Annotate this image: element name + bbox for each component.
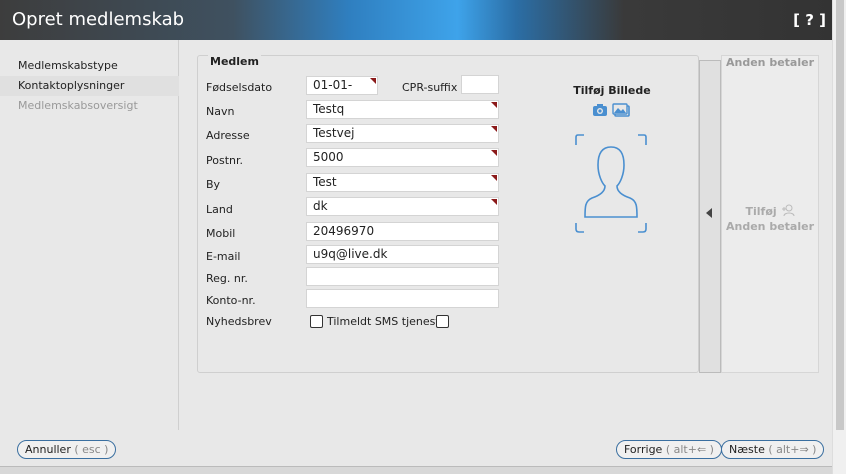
- title-bar: Opret medlemskab [ ? ]: [0, 0, 832, 40]
- scrollbar-thumb[interactable]: [836, 0, 844, 430]
- cpr-suffix-field[interactable]: [461, 75, 499, 94]
- zip-label: Postnr.: [206, 154, 243, 167]
- add-person-icon: [781, 204, 795, 220]
- gallery-icon[interactable]: [612, 103, 630, 117]
- country-field[interactable]: dk: [306, 197, 499, 216]
- reg-no-field[interactable]: [306, 267, 499, 286]
- add-other-payer-sub: Anden betaler: [725, 220, 814, 233]
- city-value: Test: [313, 175, 337, 189]
- cpr-suffix-label: CPR-suffix: [402, 81, 458, 94]
- vertical-scrollbar[interactable]: [832, 0, 846, 474]
- sidebar-item-membership-overview: Medlemskabsoversigt: [18, 99, 138, 112]
- next-hint: ( alt+⇒ ): [768, 443, 817, 456]
- required-marker: [491, 199, 497, 205]
- required-marker: [491, 150, 497, 156]
- member-legend: Medlem: [208, 55, 261, 68]
- newsletter-label: Nyhedsbrev: [206, 315, 272, 328]
- add-photo-title: Tilføj Billede: [573, 84, 651, 97]
- help-button[interactable]: [ ? ]: [793, 11, 826, 29]
- required-marker: [370, 78, 376, 84]
- cancel-button[interactable]: Annuller ( esc ): [17, 440, 117, 459]
- sidebar: Medlemskabstype Kontaktoplysninger Medle…: [0, 40, 179, 430]
- required-marker: [491, 102, 497, 108]
- next-button[interactable]: Næste ( alt+⇒ ): [721, 440, 825, 459]
- name-field[interactable]: Testq: [306, 100, 499, 119]
- sms-label: Tilmeldt SMS tjeneste: [327, 315, 447, 328]
- address-field[interactable]: Testvej: [306, 124, 499, 143]
- city-field[interactable]: Test: [306, 173, 499, 192]
- account-no-field[interactable]: [306, 289, 499, 308]
- other-payer-title: Anden betaler: [726, 56, 815, 69]
- mobile-field[interactable]: 20496970: [306, 222, 499, 241]
- chevron-left-icon: [706, 208, 712, 218]
- add-other-payer-button[interactable]: Tilføj Anden betaler: [722, 204, 818, 234]
- address-label: Adresse: [206, 129, 250, 142]
- sidebar-item-membership-type[interactable]: Medlemskabstype: [0, 56, 179, 76]
- country-label: Land: [206, 203, 233, 216]
- required-marker: [491, 126, 497, 132]
- cancel-hint: ( esc ): [74, 443, 109, 456]
- other-payer-panel: Anden betaler Tilføj Anden betaler: [721, 55, 819, 373]
- email-label: E-mail: [206, 250, 241, 263]
- zip-field[interactable]: 5000: [306, 148, 499, 167]
- birthdate-label: Fødselsdato: [206, 81, 273, 94]
- required-marker: [491, 175, 497, 181]
- avatar-placeholder-icon[interactable]: [574, 133, 650, 238]
- background-strip: [0, 466, 832, 474]
- mobile-label: Mobil: [206, 227, 236, 240]
- email-field[interactable]: u9q@live.dk: [306, 245, 499, 264]
- next-label: Næste: [729, 443, 765, 456]
- previous-hint: ( alt+⇐ ): [665, 443, 714, 456]
- photo-icons: [592, 103, 632, 122]
- account-no-label: Konto-nr.: [206, 294, 256, 307]
- add-other-payer-label: Tilføj: [745, 205, 777, 218]
- name-value: Testq: [313, 102, 345, 116]
- country-value: dk: [313, 199, 328, 213]
- reg-no-label: Reg. nr.: [206, 272, 248, 285]
- name-label: Navn: [206, 105, 235, 118]
- other-payer-toggle[interactable]: [699, 60, 721, 373]
- birthdate-value: 01-01-2001: [313, 78, 353, 92]
- address-value: Testvej: [313, 126, 355, 140]
- previous-button[interactable]: Forrige ( alt+⇐ ): [616, 440, 722, 459]
- mobile-value: 20496970: [313, 224, 375, 238]
- newsletter-checkbox[interactable]: [310, 315, 323, 328]
- email-value: u9q@live.dk: [313, 247, 388, 261]
- camera-icon[interactable]: [593, 104, 607, 116]
- window-title: Opret medlemskab: [12, 9, 185, 30]
- city-label: By: [206, 178, 221, 191]
- zip-value: 5000: [313, 150, 344, 164]
- birthdate-field[interactable]: 01-01-2001: [306, 76, 378, 95]
- sidebar-item-contact-info[interactable]: Kontaktoplysninger: [0, 76, 179, 96]
- previous-label: Forrige: [624, 443, 663, 456]
- sms-checkbox[interactable]: [436, 315, 449, 328]
- cancel-label: Annuller: [25, 443, 71, 456]
